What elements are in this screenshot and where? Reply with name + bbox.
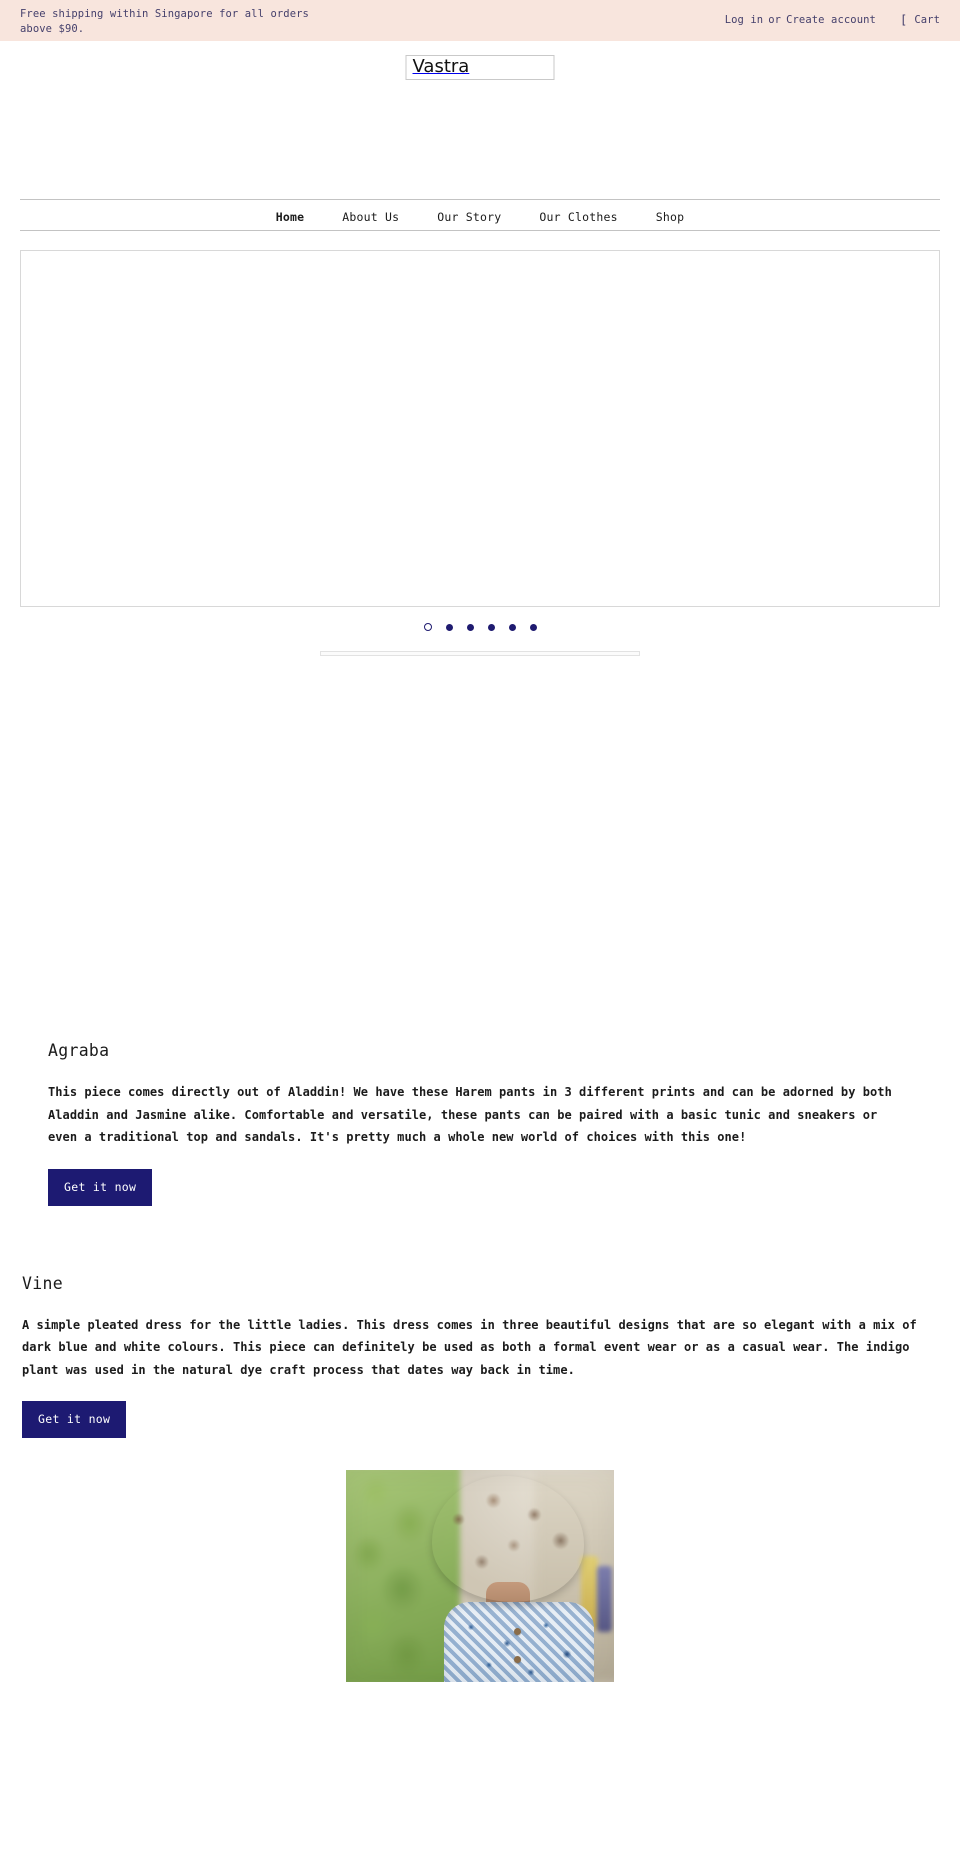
feature-inner-vine: Vine A simple pleated dress for the litt… [22, 1273, 960, 1438]
feature-inner-agraba: Agraba This piece comes directly out of … [48, 1041, 960, 1206]
feature-body-agraba: This piece comes directly out of Aladdin… [48, 1085, 892, 1144]
site-header: Vastra [0, 41, 960, 199]
unloaded-media-region-top [0, 656, 960, 1041]
cart-icon: [ [899, 13, 908, 27]
get-it-now-button-agraba[interactable]: Get it now [48, 1168, 153, 1206]
nav-link-shop[interactable]: Shop [656, 210, 685, 224]
slideshow-pagination [20, 620, 940, 634]
site-logo-alt-text: Vastra [412, 55, 470, 77]
bottom-photo-block [0, 1470, 960, 1682]
slideshow-dot-3[interactable] [466, 623, 474, 631]
announcement-bar: Free shipping within Singapore for all o… [0, 0, 960, 41]
account-separator: or [768, 14, 782, 26]
feature-title-vine: Vine [22, 1273, 63, 1293]
nav-link-our-clothes[interactable]: Our Clothes [539, 210, 617, 224]
nav-link-home[interactable]: Home [276, 210, 305, 224]
feature-spacer [0, 1206, 960, 1274]
feature-section-vine: Vine A simple pleated dress for the litt… [0, 1273, 960, 1438]
nav-item-our-clothes[interactable]: Our Clothes [539, 206, 617, 225]
nav-list: Home About Us Our Story Our Clothes Shop [257, 206, 704, 225]
nav-link-our-story[interactable]: Our Story [437, 210, 501, 224]
slideshow-dot-6[interactable] [529, 623, 537, 631]
login-link[interactable]: Log in [725, 14, 764, 26]
photo-vignette [346, 1470, 614, 1682]
announcement-text: Free shipping within Singapore for all o… [20, 8, 309, 35]
feature-title-agraba: Agraba [48, 1041, 110, 1060]
cart-link[interactable]: [ Cart [900, 13, 940, 27]
nav-link-about-us[interactable]: About Us [342, 210, 399, 224]
feature-body-vine: A simple pleated dress for the little la… [22, 1317, 917, 1377]
nav-item-our-story[interactable]: Our Story [437, 206, 501, 225]
child-in-blue-dress-photo [346, 1470, 614, 1682]
nav-item-home[interactable]: Home [276, 206, 305, 225]
feature-section-agraba: Agraba This piece comes directly out of … [0, 1041, 960, 1206]
nav-item-shop[interactable]: Shop [656, 206, 685, 225]
slideshow-dot-4[interactable] [487, 623, 495, 631]
account-links: Log in or Create account [ Cart [725, 13, 940, 27]
hero-slide-image[interactable] [20, 250, 940, 607]
site-logo-link[interactable]: Vastra [405, 55, 555, 80]
slideshow-dot-1[interactable] [423, 623, 432, 631]
create-account-link[interactable]: Create account [786, 14, 876, 26]
cart-label: Cart [914, 14, 940, 26]
site-logo-broken-image: Vastra [405, 55, 555, 80]
hero-slideshow [20, 250, 940, 634]
slideshow-dot-5[interactable] [508, 623, 516, 631]
nav-item-about-us[interactable]: About Us [342, 206, 399, 225]
section-divider [320, 651, 640, 656]
get-it-now-button-vine[interactable]: Get it now [22, 1401, 127, 1438]
slideshow-dot-2[interactable] [445, 623, 453, 631]
main-navigation: Home About Us Our Story Our Clothes Shop [20, 199, 940, 231]
